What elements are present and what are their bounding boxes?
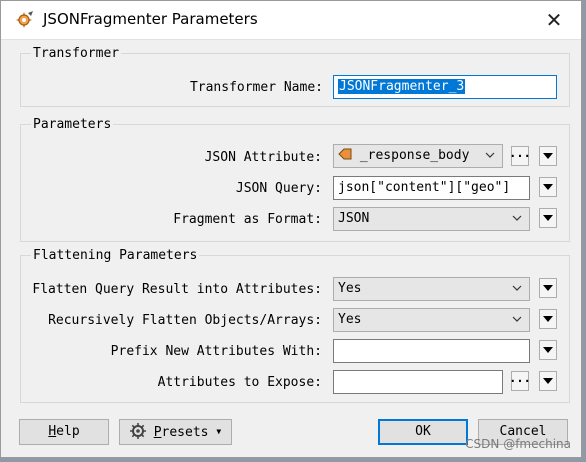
json-query-value: json["content"]["geo"] — [338, 180, 511, 195]
json-attribute-label: JSON Attribute: — [204, 150, 322, 165]
flatten-query-dropdown[interactable]: Yes — [333, 277, 530, 301]
presets-button[interactable]: Presets ▼ — [119, 419, 232, 445]
presets-mnemonic: P — [153, 425, 162, 440]
attribute-tag-icon — [338, 148, 352, 160]
recursive-flatten-value: Yes — [338, 312, 362, 327]
fragment-format-menu-button[interactable] — [539, 208, 557, 228]
gear-icon — [129, 423, 146, 439]
triangle-down-icon — [543, 347, 553, 353]
json-query-field[interactable]: json["content"]["geo"] — [333, 176, 530, 200]
transformer-gear-icon — [16, 11, 33, 28]
json-query-menu-button[interactable] — [539, 177, 557, 197]
close-button[interactable]: ✕ — [539, 6, 569, 34]
flatten-query-menu-button[interactable] — [539, 278, 557, 298]
flattening-group-title: Flattening Parameters — [31, 248, 200, 263]
dropdown-arrow-icon: ▼ — [216, 427, 222, 436]
json-attribute-ellipsis-button[interactable]: ··· — [509, 146, 531, 166]
fragment-format-value: JSON — [338, 211, 370, 226]
triangle-down-icon — [543, 184, 553, 190]
help-mnemonic: H — [48, 424, 57, 439]
flatten-query-value: Yes — [338, 281, 362, 296]
help-label: elp — [56, 424, 80, 439]
json-query-label: JSON Query: — [235, 181, 322, 196]
triangle-down-icon — [543, 316, 553, 322]
attributes-to-expose-ellipsis-button[interactable]: ··· — [509, 371, 531, 391]
transformer-group-title: Transformer — [31, 46, 122, 61]
transformer-name-label: Transformer Name: — [189, 80, 323, 95]
attributes-to-expose-label: Attributes to Expose: — [157, 375, 322, 390]
fragment-format-label: Fragment as Format: — [173, 212, 322, 227]
json-attribute-dropdown[interactable]: _response_body — [333, 144, 503, 168]
prefix-attributes-label: Prefix New Attributes With: — [110, 344, 322, 359]
transformer-name-field[interactable]: JSONFragmenter_3 — [333, 75, 557, 99]
prefix-attributes-field[interactable] — [333, 339, 530, 363]
watermark-text: CSDN @fmechina — [465, 437, 571, 451]
parameters-group-title: Parameters — [31, 117, 114, 132]
title-bar: JSONFragmenter Parameters ✕ — [1, 1, 581, 40]
chevron-down-icon — [485, 152, 495, 158]
triangle-down-icon — [543, 285, 553, 291]
ellipsis-icon: ··· — [509, 374, 531, 388]
triangle-down-icon — [543, 215, 553, 221]
chevron-down-icon — [512, 285, 522, 291]
triangle-down-icon — [543, 153, 553, 159]
triangle-down-icon — [543, 378, 553, 384]
recursive-flatten-label: Recursively Flatten Objects/Arrays: — [48, 313, 322, 328]
json-attribute-menu-button[interactable] — [539, 146, 557, 166]
attributes-to-expose-menu-button[interactable] — [539, 371, 557, 391]
flatten-query-label: Flatten Query Result into Attributes: — [32, 282, 322, 297]
recursive-flatten-dropdown[interactable]: Yes — [333, 308, 530, 332]
prefix-attributes-menu-button[interactable] — [539, 340, 557, 360]
chevron-down-icon — [512, 215, 522, 221]
attributes-to-expose-field[interactable] — [333, 370, 503, 394]
ellipsis-icon: ··· — [509, 149, 531, 163]
recursive-flatten-menu-button[interactable] — [539, 309, 557, 329]
presets-label: resets — [161, 425, 209, 440]
parameters-dialog: JSONFragmenter Parameters ✕ Transformer … — [0, 0, 582, 458]
help-button[interactable]: Help — [19, 419, 109, 445]
json-attribute-value: _response_body — [359, 148, 470, 163]
window-title: JSONFragmenter Parameters — [43, 10, 258, 28]
chevron-down-icon — [512, 316, 522, 322]
transformer-name-value: JSONFragmenter_3 — [338, 79, 466, 94]
fragment-format-dropdown[interactable]: JSON — [333, 207, 530, 231]
ok-button[interactable]: OK — [378, 419, 468, 445]
